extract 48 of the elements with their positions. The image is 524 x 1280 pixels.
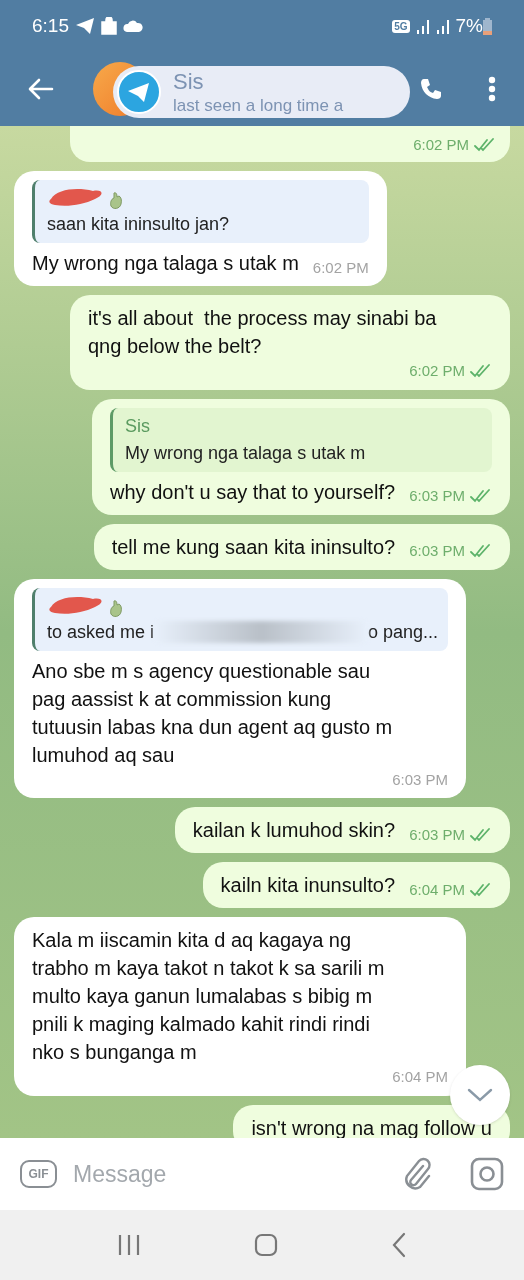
message-time: 6:03 PM (409, 541, 465, 561)
gif-button[interactable]: GIF (20, 1160, 57, 1188)
paper-plane-icon (75, 17, 95, 35)
message-time: 6:02 PM (312, 257, 369, 278)
hand-emoji-icon (109, 598, 123, 619)
battery-icon (483, 17, 492, 35)
phone-icon (420, 78, 442, 100)
message-time: 6:03 PM (409, 486, 465, 506)
chevron-down-icon (467, 1088, 493, 1102)
message-text: My wrong nga talaga s utak m (32, 251, 299, 276)
message-text: it's all about the process may sinabi ba qng below the belt? (88, 306, 438, 359)
message-time: 6:04 PM (392, 1067, 448, 1087)
status-time: 6:15 (32, 13, 69, 38)
signal-icon (415, 18, 432, 34)
signal-icon (435, 18, 452, 34)
message-input[interactable]: Message (73, 1156, 402, 1192)
paper-plane-icon (117, 70, 161, 114)
more-icon (488, 76, 496, 102)
message-text: isn't wrong na mag follow u (251, 1115, 492, 1138)
message-text: why don't u say that to yourself? (110, 479, 396, 505)
message-text: Kala m iiscamin kita d aq kagaya ng trabho m kaya takot n takot k sa sarili m multo kaya ganun lumalabas s bibig m pnili k maging kalmado kahit rindi rindi nko s bunganga m (32, 928, 386, 1065)
home-icon[interactable] (254, 1233, 278, 1257)
battery-percent: 7% (455, 13, 483, 38)
reply-text: o pang... (367, 620, 438, 644)
recent-apps-icon[interactable] (116, 1233, 141, 1257)
cloud-icon (123, 19, 143, 33)
reply-text: saan kita ininsulto jan? (47, 213, 230, 236)
network-badge: 5G (392, 19, 410, 33)
reply-sender: Sis (125, 414, 152, 438)
back-arrow-icon (28, 78, 54, 100)
message-text: Ano sbe m s agency questionable sau pag aassist k at commission kung tutuusin labas kna dun agent aq gusto m lumuhod aq sau (32, 658, 394, 768)
message-text: kailn kita inunsulto? (220, 873, 396, 898)
shopping-bag-icon (101, 17, 117, 35)
message-time: 6:02 PM (413, 134, 469, 155)
message-time: 6:03 PM (392, 769, 448, 790)
hand-emoji-icon (109, 191, 123, 211)
message-text: kailan k lumuhod skin? (192, 818, 396, 843)
message-text: tell me kung saan kita ininsulto? (111, 534, 396, 560)
message-time: 6:03 PM (409, 824, 465, 845)
reply-text: My wrong nga talaga s utak m (125, 441, 366, 465)
back-icon[interactable] (391, 1232, 408, 1258)
camera-icon[interactable] (470, 1157, 504, 1191)
contact-name: Sis (173, 70, 205, 93)
message-time: 6:04 PM (409, 879, 465, 900)
last-seen-status: last seen a long time a (173, 96, 344, 114)
message-time: 6:02 PM (409, 361, 465, 381)
paperclip-icon[interactable] (402, 1157, 432, 1191)
reply-text: to asked me i (47, 620, 155, 644)
